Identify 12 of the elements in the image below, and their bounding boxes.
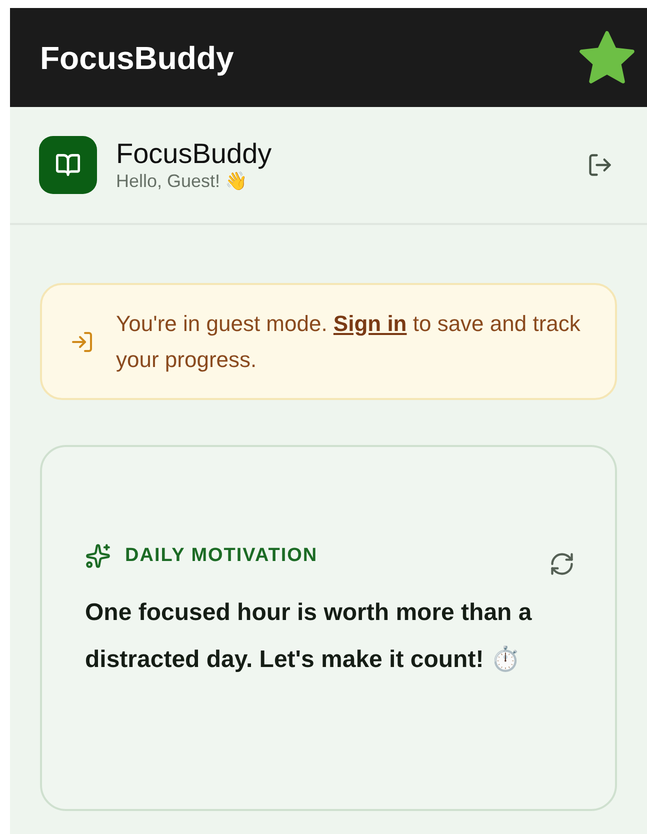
- star-icon: [577, 28, 637, 86]
- sign-in-icon: [70, 330, 94, 354]
- refresh-button[interactable]: [549, 551, 575, 577]
- app-title: FocusBuddy: [40, 38, 234, 78]
- app-name: FocusBuddy: [116, 138, 273, 170]
- book-icon: [39, 136, 97, 194]
- sign-in-link[interactable]: Sign in: [333, 310, 407, 336]
- guest-notice-text: You're in guest mode. Sign in to save and track your progress.: [116, 310, 582, 374]
- motivation-label: DAILY MOTIVATION: [125, 544, 318, 568]
- motivation-quote: One focused hour is worth more than a distracted day. Let's make it count! ⏱: [85, 598, 533, 675]
- sparkles-icon: [85, 543, 111, 569]
- greeting-text: Hello, Guest! 👋: [116, 170, 248, 192]
